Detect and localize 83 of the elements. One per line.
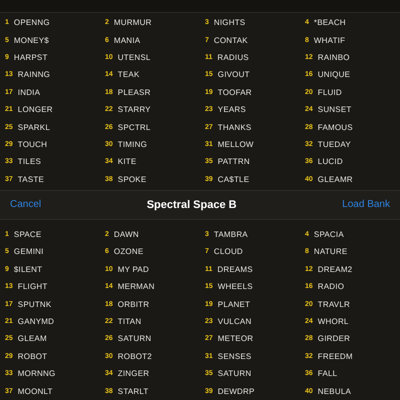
preset-name[interactable]: RADIO [318, 282, 344, 292]
preset-name[interactable]: SATURN [118, 334, 152, 344]
preset-name[interactable]: SENSES [218, 352, 252, 361]
preset-name[interactable]: SPOKE [118, 174, 146, 184]
preset-name[interactable]: CA$TLE [218, 174, 250, 184]
preset-name[interactable]: TITAN [118, 317, 142, 326]
preset-name[interactable]: GEMINI [14, 247, 44, 256]
preset-name[interactable]: METEOR [218, 334, 254, 344]
preset-name[interactable]: INDIA [18, 88, 40, 97]
preset-name[interactable]: ORBITR [118, 300, 150, 309]
preset-name[interactable]: SUNSET [318, 105, 352, 114]
cancel-button[interactable]: Cancel [10, 199, 42, 210]
preset-name[interactable]: LUCID [318, 157, 343, 166]
preset-name[interactable]: SPCTRL [118, 122, 151, 132]
preset-name[interactable]: YEARS [218, 105, 246, 114]
preset-name[interactable]: VULCAN [218, 317, 252, 326]
preset-name[interactable]: MORNNG [18, 369, 56, 378]
preset-name[interactable]: MANIA [114, 36, 140, 45]
preset-name[interactable]: TASTE [18, 174, 44, 184]
preset-name[interactable]: UTENSL [118, 52, 151, 62]
preset-name[interactable]: SPACIA [314, 230, 344, 240]
preset-name[interactable]: WHORL [318, 317, 349, 326]
preset-name[interactable]: KITE [118, 157, 136, 166]
preset-name[interactable]: TILES [18, 157, 42, 166]
preset-name[interactable]: FREEDM [318, 352, 353, 361]
bank-title: Spectral Space B [146, 198, 237, 211]
preset-name[interactable]: TOOFAR [218, 88, 252, 97]
preset-name[interactable]: CLOUD [214, 247, 243, 256]
preset-name[interactable]: GIRDER [318, 334, 350, 344]
preset-name[interactable]: MOONLT [18, 386, 53, 396]
preset-name[interactable]: FLIGHT [18, 282, 48, 292]
preset-name[interactable]: DREAMS [217, 264, 253, 274]
preset-name[interactable]: GLEAM [18, 334, 47, 344]
preset-name[interactable]: LONGER [18, 105, 53, 114]
preset-name[interactable]: OZONE [114, 247, 144, 256]
preset-name[interactable]: NEBULA [318, 386, 352, 396]
preset-name[interactable]: STARRY [118, 105, 151, 114]
preset-name[interactable]: TIMING [118, 140, 147, 149]
preset-name[interactable]: MONEY$ [14, 36, 49, 45]
preset-name[interactable]: WHATIF [314, 36, 346, 45]
preset-name[interactable]: SPACE [14, 230, 42, 240]
preset-name[interactable]: RADIUS [217, 52, 249, 62]
preset-name[interactable]: RAINBO [318, 52, 350, 62]
preset-name[interactable]: WHEELS [218, 282, 253, 292]
preset-name[interactable]: GLEAMR [318, 174, 353, 184]
preset-name[interactable]: FAMOUS [318, 122, 353, 132]
preset-name[interactable]: SPUTNK [18, 300, 52, 309]
preset-name[interactable]: MELLOW [218, 140, 254, 149]
preset-name[interactable]: PLEASR [118, 88, 151, 97]
preset-name[interactable]: SATURN [218, 369, 252, 378]
preset-name[interactable]: ROBOT2 [118, 352, 152, 361]
preset-name[interactable]: ROBOT [18, 352, 48, 361]
preset-name[interactable]: PATTRN [218, 157, 250, 166]
preset-name[interactable]: DREAM2 [318, 264, 352, 274]
preset-name[interactable]: TEAK [118, 70, 140, 80]
preset-name[interactable]: TRAVLR [318, 300, 350, 309]
preset-name[interactable]: THANKS [218, 122, 252, 132]
preset-name[interactable]: STARLT [118, 386, 148, 396]
preset-name[interactable]: NIGHTS [214, 18, 246, 28]
preset-name[interactable]: SPARKL [18, 122, 50, 132]
preset-name[interactable]: GIVOUT [218, 70, 250, 80]
preset-name[interactable]: OPENNG [14, 18, 50, 28]
preset-name[interactable]: TUEDAY [318, 140, 351, 149]
preset-name[interactable]: *BEACH [314, 18, 346, 28]
preset-name[interactable]: TOUCH [18, 140, 48, 149]
preset-name[interactable]: PLANET [218, 300, 250, 309]
preset-name[interactable]: GANYMD [18, 317, 54, 326]
preset-name[interactable]: MURMUR [114, 18, 152, 28]
preset-name[interactable]: TAMBRA [214, 230, 248, 240]
preset-name[interactable]: NATURE [314, 247, 348, 256]
preset-name[interactable]: MERMAN [118, 282, 155, 292]
preset-name[interactable]: $ILENT [14, 264, 42, 274]
preset-name[interactable]: DEWDRP [218, 386, 255, 396]
preset-name[interactable]: FLUID [318, 88, 342, 97]
preset-name[interactable]: DAWN [114, 230, 139, 240]
preset-name[interactable]: RAINNG [18, 70, 50, 80]
load-bank-button[interactable]: Load Bank [342, 199, 390, 210]
preset-name[interactable]: ZINGER [118, 369, 150, 378]
preset-name[interactable]: MY PAD [118, 264, 149, 274]
preset-name[interactable]: UNIQUE [318, 70, 350, 80]
preset-name[interactable]: CONTAK [214, 36, 248, 45]
preset-name[interactable]: HARPST [14, 52, 48, 62]
preset-name[interactable]: FALL [318, 369, 338, 378]
